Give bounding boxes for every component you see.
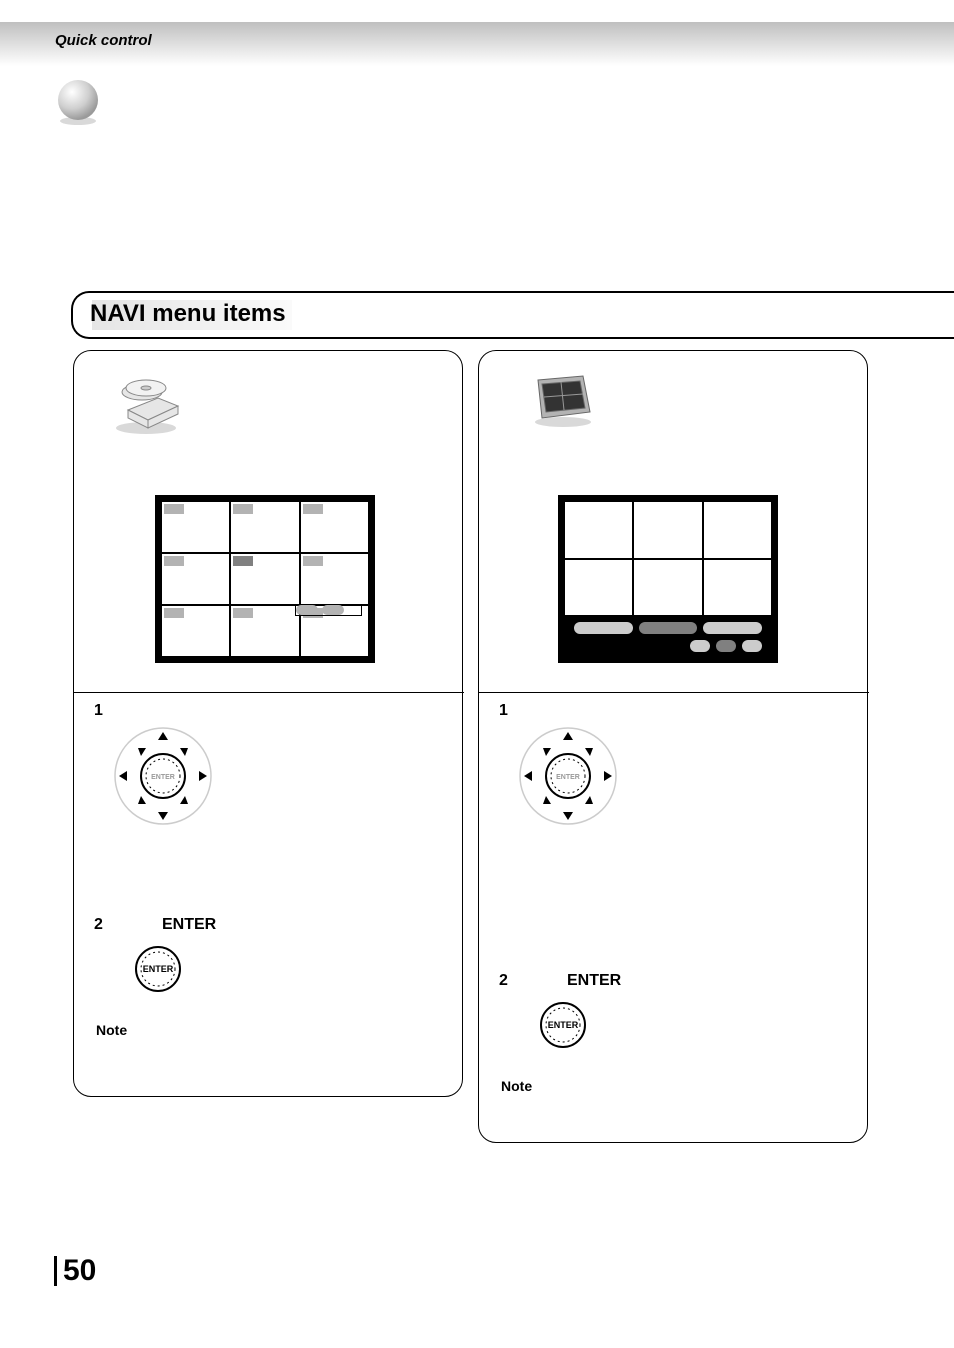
- step-number-1: 1: [499, 702, 508, 720]
- page-number: 50: [54, 1256, 96, 1286]
- cube-discs-icon: [108, 370, 188, 440]
- enter-button-icon: ENTER: [133, 944, 183, 994]
- direction-pad-icon: ENTER: [518, 726, 618, 826]
- thumbnail-grid-chapter: [558, 495, 778, 663]
- sphere-icon: [54, 78, 102, 126]
- step2-enter-label: ENTER: [567, 972, 621, 990]
- note-heading: Note: [501, 1078, 532, 1094]
- step-number-2: 2: [94, 916, 103, 934]
- dpad-center-label: ENTER: [151, 774, 175, 781]
- step2-enter-label: ENTER: [162, 916, 216, 934]
- section-title: NAVI menu items: [90, 300, 286, 328]
- thumbnail-grid-title: [155, 495, 375, 663]
- dpad-center-label: ENTER: [556, 774, 580, 781]
- enter-button-label: ENTER: [143, 964, 174, 974]
- panel-divider: [73, 692, 464, 693]
- manual-page: Quick control NAVI menu items: [0, 0, 954, 1348]
- panel-disc-navi: [73, 350, 463, 1097]
- note-heading: Note: [96, 1022, 127, 1038]
- step-number-2: 2: [499, 972, 508, 990]
- tv-multiscreen-icon: [528, 370, 598, 430]
- step-number-1: 1: [94, 702, 103, 720]
- enter-button-label: ENTER: [548, 1020, 579, 1030]
- direction-pad-icon: ENTER: [113, 726, 213, 826]
- section-breadcrumb: Quick control: [55, 32, 152, 49]
- panel-divider: [478, 692, 869, 693]
- enter-button-icon: ENTER: [538, 1000, 588, 1050]
